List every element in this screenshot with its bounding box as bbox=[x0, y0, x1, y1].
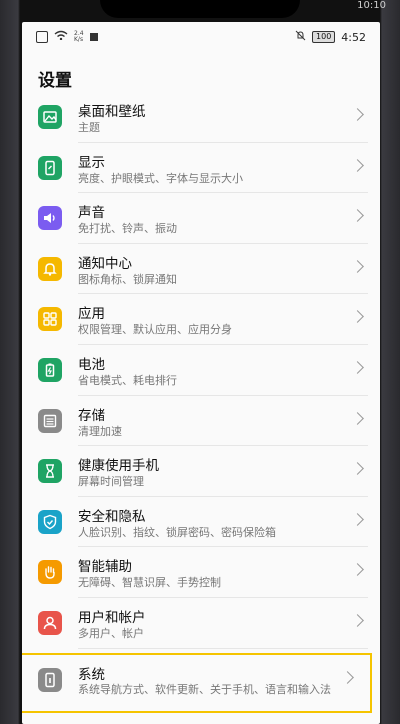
settings-item-2[interactable]: 声音 免打扰、铃声、振动 bbox=[22, 193, 380, 244]
apps-grid-icon bbox=[38, 307, 62, 332]
chevron-right-icon bbox=[351, 411, 364, 425]
camera-notch bbox=[100, 0, 300, 18]
notification-icon bbox=[89, 32, 98, 41]
wifi-icon bbox=[54, 30, 68, 43]
chevron-right-icon bbox=[351, 563, 364, 577]
settings-item-subtitle: 系统导航方式、软件更新、关于手机、语言和输入法 bbox=[78, 682, 331, 696]
network-speed: 2.4 K/s bbox=[74, 29, 84, 43]
settings-item-5[interactable]: 电池 省电模式、耗电排行 bbox=[22, 345, 380, 396]
bell-icon bbox=[38, 256, 62, 281]
settings-item-3[interactable]: 通知中心 图标角标、锁屏通知 bbox=[22, 244, 380, 295]
battery-icon bbox=[38, 357, 62, 382]
hand-icon bbox=[38, 560, 62, 585]
settings-item-title: 显示 bbox=[78, 154, 105, 171]
settings-item-title: 用户和帐户 bbox=[78, 609, 146, 626]
user-icon bbox=[38, 610, 62, 635]
chevron-right-icon bbox=[351, 209, 364, 223]
settings-item-6[interactable]: 存储 清理加速 bbox=[22, 396, 380, 447]
settings-item-subtitle: 多用户、帐户 bbox=[78, 626, 144, 640]
settings-item-4[interactable]: 应用 权限管理、默认应用、应用分身 bbox=[22, 294, 380, 345]
outer-time: 10:10 bbox=[357, 0, 386, 11]
settings-item-1[interactable]: 显示 亮度、护眼模式、字体与显示大小 bbox=[22, 143, 380, 194]
page-title: 设置 bbox=[38, 71, 72, 91]
status-bar: 2.4 K/s 100 4:52 bbox=[22, 22, 380, 52]
battery-level: 100 bbox=[312, 31, 336, 43]
settings-item-subtitle: 屏幕时间管理 bbox=[78, 475, 144, 489]
settings-item-subtitle: 清理加速 bbox=[78, 424, 122, 438]
settings-item-title: 桌面和壁纸 bbox=[78, 104, 146, 120]
divider bbox=[78, 647, 368, 649]
settings-item-title: 电池 bbox=[78, 356, 105, 373]
settings-item-subtitle: 免打扰、铃声、振动 bbox=[78, 222, 177, 236]
image-icon bbox=[38, 105, 62, 129]
settings-item-10[interactable]: 用户和帐户 多用户、帐户 bbox=[22, 598, 380, 649]
settings-item-subtitle: 省电模式、耗电排行 bbox=[78, 373, 177, 387]
chevron-right-icon bbox=[351, 310, 364, 324]
settings-item-subtitle: 图标角标、锁屏通知 bbox=[78, 272, 177, 286]
info-phone-icon bbox=[38, 667, 62, 692]
settings-item-11[interactable]: 系统 系统导航方式、软件更新、关于手机、语言和输入法 bbox=[22, 652, 372, 713]
chevron-right-icon bbox=[351, 108, 364, 121]
chevron-right-icon bbox=[351, 512, 364, 526]
settings-item-subtitle: 亮度、护眼模式、字体与显示大小 bbox=[78, 171, 243, 185]
settings-item-title: 智能辅助 bbox=[78, 559, 132, 576]
chevron-right-icon bbox=[351, 361, 364, 374]
settings-item-9[interactable]: 智能辅助 无障碍、智慧识屏、手势控制 bbox=[22, 547, 380, 598]
settings-item-title: 通知中心 bbox=[78, 255, 132, 272]
mute-icon bbox=[295, 30, 306, 44]
settings-item-title: 应用 bbox=[78, 306, 105, 323]
settings-item-title: 健康使用手机 bbox=[78, 458, 159, 475]
screen: 2.4 K/s 100 4:52 设置 桌面和壁纸 主题 显示 亮度、护眼模式、字体与显… bbox=[22, 22, 380, 724]
shield-icon bbox=[38, 509, 62, 534]
settings-item-subtitle: 权限管理、默认应用、应用分身 bbox=[78, 323, 232, 337]
settings-item-title: 系统 bbox=[78, 666, 105, 683]
settings-item-subtitle: 无障碍、智慧识屏、手势控制 bbox=[78, 576, 221, 590]
device-frame: 10:10 2.4 K/s 100 4:52 设置 桌面和壁纸 主题 显示 亮度、护眼模… bbox=[0, 0, 400, 724]
settings-item-title: 安全和隐私 bbox=[78, 508, 146, 525]
settings-item-title: 声音 bbox=[78, 205, 105, 222]
settings-item-8[interactable]: 安全和隐私 人脸识别、指纹、锁屏密码、密码保险箱 bbox=[22, 497, 380, 548]
hourglass-icon bbox=[38, 459, 62, 484]
sim-icon bbox=[36, 30, 48, 43]
phone-display-icon bbox=[38, 155, 62, 180]
chevron-right-icon bbox=[351, 259, 364, 273]
chevron-right-icon bbox=[351, 614, 364, 627]
storage-icon bbox=[38, 408, 62, 433]
settings-item-0[interactable]: 桌面和壁纸 主题 bbox=[22, 92, 380, 143]
settings-item-title: 存储 bbox=[78, 407, 105, 424]
chevron-right-icon bbox=[351, 158, 364, 172]
speaker-icon bbox=[38, 206, 62, 231]
settings-item-7[interactable]: 健康使用手机 屏幕时间管理 bbox=[22, 446, 380, 497]
settings-item-subtitle: 人脸识别、指纹、锁屏密码、密码保险箱 bbox=[78, 525, 276, 539]
status-time: 4:52 bbox=[341, 30, 366, 44]
settings-list: 桌面和壁纸 主题 显示 亮度、护眼模式、字体与显示大小 声音 免打扰、铃声、振动 通知中心图… bbox=[22, 92, 380, 713]
chevron-right-icon bbox=[351, 462, 364, 476]
settings-item-subtitle: 主题 bbox=[78, 121, 100, 134]
